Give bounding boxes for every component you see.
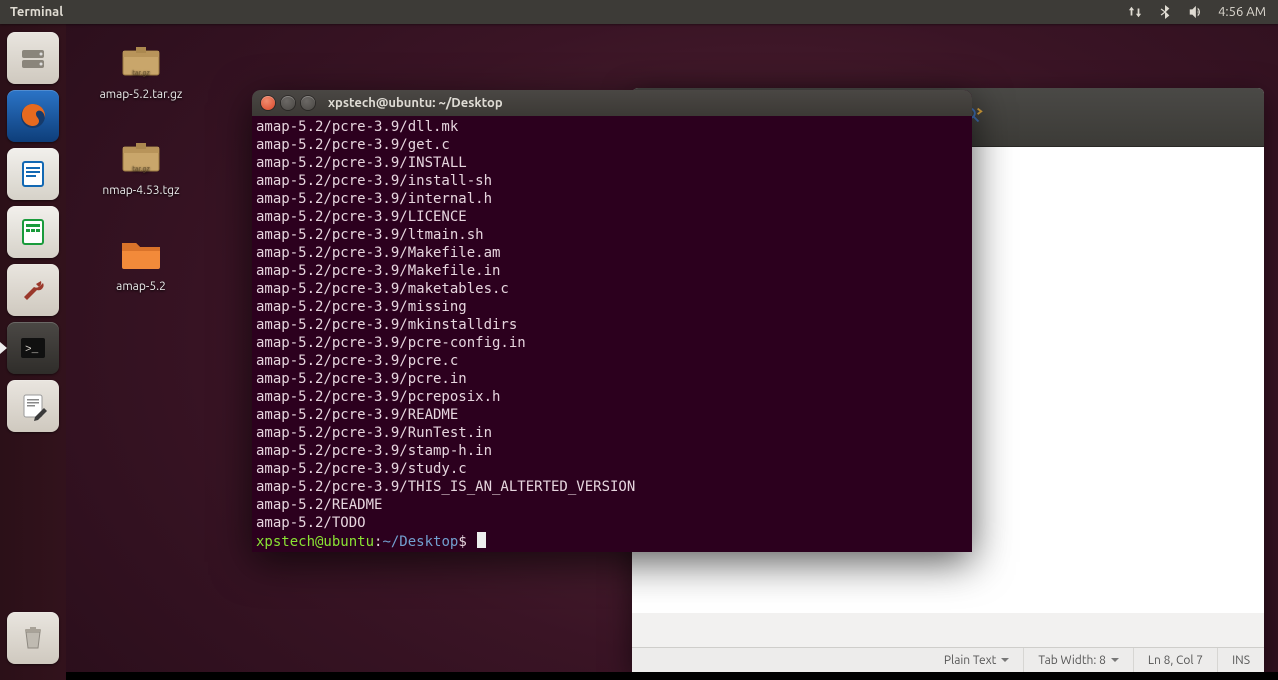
terminal-output-line: amap-5.2/pcre-3.9/pcreposix.h bbox=[256, 388, 968, 406]
terminal-prompt[interactable]: xpstech@ubuntu:~/Desktop$ bbox=[256, 532, 968, 550]
launcher-terminal[interactable]: >_ bbox=[7, 322, 59, 374]
volume-icon bbox=[1188, 5, 1202, 19]
launcher-gedit[interactable] bbox=[7, 380, 59, 432]
svg-text:tar.gz: tar.gz bbox=[132, 165, 150, 173]
status-cursor: Ln 8, Col 7 bbox=[1134, 648, 1218, 672]
terminal-output-line: amap-5.2/TODO bbox=[256, 514, 968, 532]
top-panel: Terminal 4:56 AM bbox=[0, 0, 1278, 24]
status-language[interactable]: Plain Text bbox=[930, 648, 1025, 672]
svg-text:>_: >_ bbox=[25, 344, 39, 356]
calc-icon bbox=[17, 216, 49, 248]
launcher-writer[interactable] bbox=[7, 148, 59, 200]
desktop-icon-label: nmap-4.53.tgz bbox=[102, 184, 179, 197]
terminal-output-line: amap-5.2/pcre-3.9/pcre.c bbox=[256, 352, 968, 370]
writer-icon bbox=[17, 158, 49, 190]
launcher-firefox[interactable] bbox=[7, 90, 59, 142]
launcher-calc[interactable] bbox=[7, 206, 59, 258]
terminal-output-line: amap-5.2/pcre-3.9/dll.mk bbox=[256, 118, 968, 136]
terminal-output-line: amap-5.2/pcre-3.9/missing bbox=[256, 298, 968, 316]
cursor bbox=[477, 532, 486, 548]
terminal-output-line: amap-5.2/pcre-3.9/Makefile.am bbox=[256, 244, 968, 262]
window-close-button[interactable] bbox=[261, 96, 275, 110]
terminal-output-line: amap-5.2/pcre-3.9/RunTest.in bbox=[256, 424, 968, 442]
desktop-icon-label: amap-5.2.tar.gz bbox=[100, 88, 183, 101]
clock[interactable]: 4:56 AM bbox=[1210, 0, 1278, 24]
sound-indicator[interactable] bbox=[1180, 0, 1210, 24]
terminal-output-line: amap-5.2/pcre-3.9/THIS_IS_AN_ALTERTED_VE… bbox=[256, 478, 968, 496]
terminal-output-line: amap-5.2/pcre-3.9/mkinstalldirs bbox=[256, 316, 968, 334]
terminal-title: xpstech@ubuntu: ~/Desktop bbox=[328, 96, 503, 110]
svg-text:tar.gz: tar.gz bbox=[132, 69, 150, 77]
gedit-statusbar: Plain Text Tab Width: 8 Ln 8, Col 7 INS bbox=[632, 647, 1264, 672]
terminal-titlebar[interactable]: xpstech@ubuntu: ~/Desktop bbox=[252, 90, 972, 116]
desktop-icon-label: amap-5.2 bbox=[116, 280, 166, 293]
archive-icon: tar.gz bbox=[117, 36, 165, 84]
trash-icon bbox=[17, 622, 49, 654]
text-editor-icon bbox=[17, 390, 49, 422]
terminal-output-line: amap-5.2/pcre-3.9/ltmain.sh bbox=[256, 226, 968, 244]
terminal-output-line: amap-5.2/pcre-3.9/study.c bbox=[256, 460, 968, 478]
terminal-output-line: amap-5.2/pcre-3.9/pcre-config.in bbox=[256, 334, 968, 352]
terminal-output-line: amap-5.2/README bbox=[256, 496, 968, 514]
terminal-icon: >_ bbox=[17, 332, 49, 364]
window-minimize-button[interactable] bbox=[281, 96, 295, 110]
terminal-output-line: amap-5.2/pcre-3.9/internal.h bbox=[256, 190, 968, 208]
active-app-title: Terminal bbox=[0, 5, 63, 19]
settings-wrench-icon bbox=[17, 274, 49, 306]
terminal-output-line: amap-5.2/pcre-3.9/install-sh bbox=[256, 172, 968, 190]
network-indicator[interactable] bbox=[1120, 0, 1150, 24]
desktop-icon-amap-archive[interactable]: tar.gz amap-5.2.tar.gz bbox=[86, 36, 196, 101]
terminal-output-line: amap-5.2/pcre-3.9/README bbox=[256, 406, 968, 424]
terminal-body[interactable]: amap-5.2/pcre-3.9/dll.mkamap-5.2/pcre-3.… bbox=[252, 116, 972, 552]
window-maximize-button[interactable] bbox=[301, 96, 315, 110]
terminal-output-line: amap-5.2/pcre-3.9/stamp-h.in bbox=[256, 442, 968, 460]
launcher: >_ bbox=[0, 24, 66, 680]
desktop-icon-nmap-archive[interactable]: tar.gz nmap-4.53.tgz bbox=[86, 132, 196, 197]
terminal-output-line: amap-5.2/pcre-3.9/maketables.c bbox=[256, 280, 968, 298]
terminal-output-line: amap-5.2/pcre-3.9/get.c bbox=[256, 136, 968, 154]
terminal-window[interactable]: xpstech@ubuntu: ~/Desktop amap-5.2/pcre-… bbox=[252, 90, 972, 552]
launcher-trash[interactable] bbox=[7, 612, 59, 664]
bluetooth-icon bbox=[1158, 5, 1172, 19]
network-updown-icon bbox=[1128, 5, 1142, 19]
terminal-output-line: amap-5.2/pcre-3.9/Makefile.in bbox=[256, 262, 968, 280]
status-tabwidth[interactable]: Tab Width: 8 bbox=[1024, 648, 1133, 672]
desktop[interactable]: Terminal 4:56 AM >_ bbox=[0, 0, 1278, 672]
desktop-icon-amap-folder[interactable]: amap-5.2 bbox=[86, 228, 196, 293]
launcher-files[interactable] bbox=[7, 32, 59, 84]
bluetooth-indicator[interactable] bbox=[1150, 0, 1180, 24]
terminal-output-line: amap-5.2/pcre-3.9/pcre.in bbox=[256, 370, 968, 388]
file-manager-icon bbox=[17, 42, 49, 74]
firefox-icon bbox=[17, 100, 49, 132]
terminal-output-line: amap-5.2/pcre-3.9/INSTALL bbox=[256, 154, 968, 172]
folder-icon bbox=[117, 228, 165, 276]
status-insert-mode: INS bbox=[1218, 648, 1264, 672]
archive-icon: tar.gz bbox=[117, 132, 165, 180]
launcher-settings[interactable] bbox=[7, 264, 59, 316]
terminal-output-line: amap-5.2/pcre-3.9/LICENCE bbox=[256, 208, 968, 226]
